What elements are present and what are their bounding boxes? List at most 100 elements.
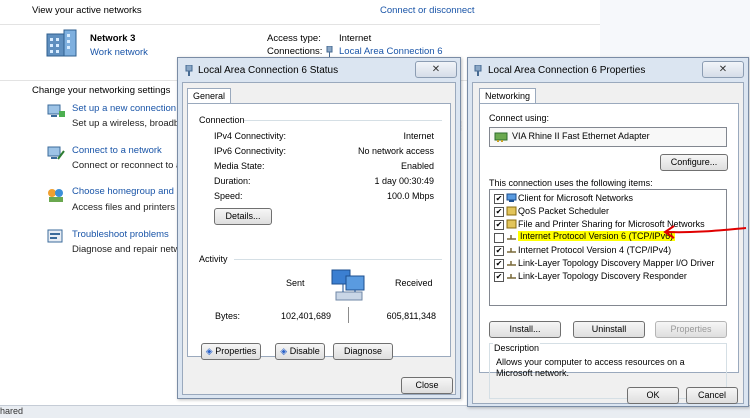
troubleshoot-icon <box>47 229 63 243</box>
network-name: Network 3 <box>90 33 136 44</box>
properties-title-icon <box>474 65 482 76</box>
item-label: Link-Layer Topology Discovery Responder <box>518 271 687 281</box>
status-properties-button[interactable]: ◈ Properties <box>201 343 261 360</box>
shield-icon: ◈ <box>280 346 288 356</box>
properties-title: Local Area Connection 6 Properties <box>488 65 646 76</box>
item-properties-button[interactable]: Properties <box>655 321 727 338</box>
item-checkbox[interactable] <box>494 233 504 243</box>
configure-button[interactable]: Configure... <box>660 154 728 171</box>
activity-group-label: Activity <box>199 254 228 264</box>
shield-icon: ◈ <box>205 346 213 356</box>
item-label: Client for Microsoft Networks <box>518 193 634 203</box>
bytes-received-value: 605,811,348 <box>386 311 436 321</box>
task-troubleshoot-link[interactable]: Troubleshoot problems <box>72 229 169 240</box>
connect-network-icon <box>47 146 65 160</box>
sent-label: Sent <box>286 278 305 288</box>
task-new-connection-link[interactable]: Set up a new connection or <box>72 103 187 114</box>
protocol-icon <box>507 274 516 279</box>
tab-networking[interactable]: Networking <box>479 88 537 103</box>
cancel-button[interactable]: Cancel <box>686 387 738 404</box>
change-settings-heading: Change your networking settings <box>32 85 171 96</box>
item-checkbox[interactable]: ✔ <box>494 220 504 230</box>
header-divider <box>0 24 600 25</box>
item-checkbox[interactable]: ✔ <box>494 207 504 217</box>
status-panel: Connection IPv4 Connectivity: Internet I… <box>187 103 451 357</box>
protocol-icon <box>507 235 516 240</box>
item-label: Internet Protocol Version 4 (TCP/IPv4) <box>518 245 672 255</box>
adapter-icon <box>494 132 508 142</box>
status-close-icon[interactable]: ✕ <box>415 61 457 78</box>
connection-group-line <box>244 120 442 121</box>
ipv4-value: Internet <box>403 131 434 141</box>
items-label: This connection uses the following items… <box>489 178 653 188</box>
item-label: QoS Packet Scheduler <box>518 206 610 216</box>
adapter-box: VIA Rhine II Fast Ethernet Adapter <box>489 127 727 147</box>
network-activity-icon <box>331 269 365 301</box>
status-title-icon <box>185 65 193 76</box>
details-button[interactable]: Details... <box>214 208 272 225</box>
diagnose-button[interactable]: Diagnose <box>333 343 393 360</box>
description-label: Description <box>493 343 541 353</box>
task-troubleshoot-desc: Diagnose and repair networ <box>72 244 189 255</box>
connections-label: Connections: <box>267 46 323 57</box>
connect-using-label: Connect using: <box>489 113 550 123</box>
media-state-value: Enabled <box>400 161 434 171</box>
task-homegroup-link[interactable]: Choose homegroup and s <box>72 186 181 197</box>
task-connect-network-desc: Connect or reconnect to a <box>72 160 182 171</box>
background-window-edge <box>600 0 750 60</box>
ipv6-label: IPv6 Connectivity: <box>214 146 287 156</box>
task-homegroup-desc: Access files and printers lo <box>72 202 185 213</box>
connection-link[interactable]: Local Area Connection 6 <box>339 46 443 57</box>
tab-general[interactable]: General <box>187 88 232 103</box>
ok-button[interactable]: OK <box>627 387 679 404</box>
status-bar-text: hared <box>0 406 24 416</box>
uninstall-button[interactable]: Uninstall <box>573 321 645 338</box>
annotation-arrow-icon <box>663 225 747 239</box>
network-type-link[interactable]: Work network <box>90 47 148 58</box>
speed-label: Speed: <box>214 191 243 201</box>
close-button[interactable]: Close <box>401 377 453 394</box>
bytes-label: Bytes: <box>215 311 241 321</box>
description-text: Allows your computer to access resources… <box>496 357 685 378</box>
ethernet-plug-icon <box>326 46 333 57</box>
item-checkbox[interactable]: ✔ <box>494 272 504 282</box>
status-client: General Connection IPv4 Connectivity: In… <box>182 82 456 395</box>
connection-group-label: Connection <box>199 115 245 125</box>
connect-or-disconnect-link[interactable]: Connect or disconnect <box>380 5 475 16</box>
protocol-icon <box>507 248 516 253</box>
bytes-sent-value: 102,401,689 <box>281 311 332 321</box>
ipv4-label: IPv4 Connectivity: <box>214 131 287 141</box>
active-networks-heading: View your active networks <box>32 5 142 16</box>
properties-close-icon[interactable]: ✕ <box>702 61 744 78</box>
received-label: Received <box>395 278 433 288</box>
status-properties-label: Properties <box>215 346 257 356</box>
status-title: Local Area Connection 6 Status <box>198 65 339 76</box>
network-building-icon <box>46 29 77 57</box>
task-new-connection-desc: Set up a wireless, broadba <box>72 118 185 129</box>
adapter-name: VIA Rhine II Fast Ethernet Adapter <box>512 131 650 141</box>
duration-value: 1 day 00:30:49 <box>374 176 434 186</box>
item-label-highlighted: Internet Protocol Version 6 (TCP/IPv6) <box>518 231 676 241</box>
disable-button[interactable]: ◈ Disable <box>275 343 325 360</box>
disable-label: Disable <box>289 346 320 356</box>
item-label: Link-Layer Topology Discovery Mapper I/O… <box>518 258 715 268</box>
duration-label: Duration: <box>214 176 251 186</box>
task-connect-network-link[interactable]: Connect to a network <box>72 145 162 156</box>
item-checkbox[interactable]: ✔ <box>494 259 504 269</box>
access-type-value: Internet <box>339 33 372 44</box>
items-list: ✔ Client for Microsoft Networks ✔ QoS Pa… <box>489 189 727 306</box>
item-checkbox[interactable]: ✔ <box>494 194 504 204</box>
status-dialog: Local Area Connection 6 Status ✕ General… <box>177 57 461 399</box>
protocol-icon <box>507 261 516 266</box>
homegroup-icon <box>48 189 63 202</box>
access-type-label: Access type: <box>267 33 321 44</box>
activity-group-line <box>234 259 442 260</box>
ipv6-value: No network access <box>357 146 434 156</box>
service-icon <box>506 206 517 216</box>
new-connection-icon <box>47 104 65 117</box>
item-checkbox[interactable]: ✔ <box>494 246 504 256</box>
client-icon <box>506 193 517 202</box>
media-state-label: Media State: <box>214 161 265 171</box>
install-button[interactable]: Install... <box>489 321 561 338</box>
service-icon <box>506 219 517 229</box>
